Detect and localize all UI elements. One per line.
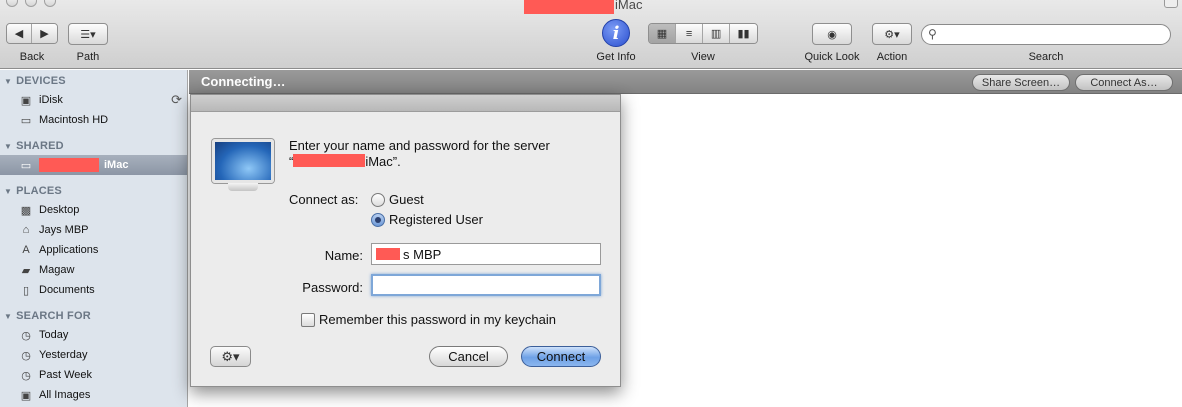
back-label: Back xyxy=(19,51,45,63)
remember-password-label[interactable]: Remember this password in my keychain xyxy=(319,312,556,327)
name-field[interactable]: s MBP xyxy=(371,243,601,265)
places-header[interactable]: ▼ PLACES xyxy=(4,185,62,197)
idisk-icon: ▣ xyxy=(20,94,32,107)
prompt-line: Enter your name and password for the ser… xyxy=(289,138,550,153)
sidebar-item-macintosh-hd[interactable]: ▭ Macintosh HD xyxy=(0,110,187,130)
connect-as-button[interactable]: Connect As… xyxy=(1075,74,1173,91)
redacted-name-block xyxy=(39,158,99,172)
imac-screen-graphic xyxy=(212,139,274,183)
view-mode-control: ▦ ≡ ▥ ▮▮ xyxy=(648,23,758,44)
dialog-top-edge xyxy=(191,95,620,112)
remember-password-checkbox[interactable] xyxy=(301,313,315,327)
column-view-icon[interactable]: ▥ xyxy=(703,24,731,43)
guest-label[interactable]: Guest xyxy=(389,192,424,207)
server-name-line: “iMac”. xyxy=(289,154,401,169)
hard-drive-icon: ▭ xyxy=(20,114,32,127)
sidebar-item-yesterday[interactable]: ◷ Yesterday xyxy=(0,345,187,365)
back-forward-control: ◀ ▶ xyxy=(6,23,58,44)
path-label: Path xyxy=(76,51,100,63)
icon-view-icon[interactable]: ▦ xyxy=(649,24,677,43)
sidebar-item-today[interactable]: ◷ Today xyxy=(0,325,187,345)
clock-icon: ◷ xyxy=(21,349,31,362)
sidebar-item-past-week[interactable]: ◷ Past Week xyxy=(0,365,187,385)
back-arrow-icon[interactable]: ◀ xyxy=(7,24,32,43)
window-title: iMac xyxy=(615,0,643,12)
connection-status-bar: Connecting… Share Screen… Connect As… xyxy=(189,70,1182,94)
sync-icon[interactable]: ⟳ xyxy=(171,92,182,108)
sidebar-item-applications[interactable]: A Applications xyxy=(0,240,187,260)
sidebar-item-documents[interactable]: ▯ Documents xyxy=(0,280,187,300)
action-button[interactable]: ⚙▾ xyxy=(872,23,912,45)
share-screen-button[interactable]: Share Screen… xyxy=(972,74,1070,91)
home-icon: ⌂ xyxy=(22,224,30,236)
applications-icon: A xyxy=(22,244,30,256)
gear-icon: ⚙▾ xyxy=(884,28,900,41)
search-icon: ⚲ xyxy=(928,27,937,41)
redacted-title-block xyxy=(524,0,614,14)
get-info-icon[interactable]: i xyxy=(602,19,630,47)
password-label: Password: xyxy=(302,280,363,295)
connect-as-label: Connect as: xyxy=(289,192,359,207)
registered-user-radio[interactable] xyxy=(371,213,385,227)
search-for-header[interactable]: ▼ SEARCH FOR xyxy=(4,310,91,322)
desktop-icon: ▩ xyxy=(20,204,32,217)
sidebar-item-home[interactable]: ⌂ Jays MBP xyxy=(0,220,187,240)
sidebar-item-magaw[interactable]: ▰ Magaw xyxy=(0,260,187,280)
imac-stand-graphic xyxy=(228,183,258,191)
quick-look-button[interactable]: ◉ xyxy=(812,23,852,45)
connect-dialog: Enter your name and password for the ser… xyxy=(190,94,621,387)
get-info-label: Get Info xyxy=(596,51,636,63)
folder-icon: ▰ xyxy=(21,264,31,277)
connect-button[interactable]: Connect xyxy=(521,346,601,367)
search-field[interactable]: ⚲ xyxy=(921,24,1171,45)
view-label: View xyxy=(691,51,715,63)
minimize-window-button[interactable] xyxy=(25,0,37,7)
path-button[interactable]: ☰▾ xyxy=(68,23,108,45)
sidebar-item-all-images[interactable]: ▣ All Images xyxy=(0,385,187,405)
registered-user-label[interactable]: Registered User xyxy=(389,212,483,227)
finder-toolbar: iMac ◀ ▶ Back ☰▾ Path i Get Info ▦ ≡ ▥ ▮… xyxy=(0,0,1182,69)
sidebar-item-imac[interactable]: ▭ iMac xyxy=(0,155,187,175)
images-icon: ▣ xyxy=(20,389,32,402)
title-bar: iMac xyxy=(0,0,1182,16)
clock-icon: ◷ xyxy=(21,329,31,342)
server-prompt: Enter your name and password for the ser… xyxy=(289,138,599,170)
clock-icon: ◷ xyxy=(21,369,31,382)
sidebar-item-idisk[interactable]: ▣ iDisk ⟳ xyxy=(0,90,187,110)
forward-arrow-icon[interactable]: ▶ xyxy=(32,24,57,43)
eye-icon: ◉ xyxy=(827,28,837,41)
password-field[interactable] xyxy=(371,274,601,296)
redacted-name-block xyxy=(376,248,400,260)
imac-icon xyxy=(212,139,274,191)
toolbar-toggle-button[interactable] xyxy=(1164,0,1178,8)
dialog-action-button[interactable]: ⚙▾ xyxy=(210,346,251,367)
documents-icon: ▯ xyxy=(22,284,30,297)
path-menu-icon: ☰▾ xyxy=(80,28,96,41)
zoom-window-button[interactable] xyxy=(44,0,56,7)
guest-radio[interactable] xyxy=(371,193,385,207)
sidebar-item-desktop[interactable]: ▩ Desktop xyxy=(0,200,187,220)
imac-icon: ▭ xyxy=(20,159,32,172)
devices-header[interactable]: ▼ DEVICES xyxy=(4,75,66,87)
close-window-button[interactable] xyxy=(6,0,18,7)
connecting-status: Connecting… xyxy=(201,74,286,89)
list-view-icon[interactable]: ≡ xyxy=(676,24,704,43)
cancel-button[interactable]: Cancel xyxy=(429,346,508,367)
cover-flow-icon[interactable]: ▮▮ xyxy=(730,24,757,43)
gear-icon: ⚙▾ xyxy=(221,348,240,364)
search-label: Search xyxy=(1028,51,1064,63)
search-input[interactable] xyxy=(944,27,1164,42)
redacted-server-block xyxy=(293,154,366,167)
shared-header[interactable]: ▼ SHARED xyxy=(4,140,64,152)
name-label: Name: xyxy=(324,248,363,263)
sidebar: ▼ DEVICES ▣ iDisk ⟳ ▭ Macintosh HD ▼ SHARED … xyxy=(0,70,188,407)
action-label: Action xyxy=(876,51,908,63)
quick-look-label: Quick Look xyxy=(804,51,860,63)
